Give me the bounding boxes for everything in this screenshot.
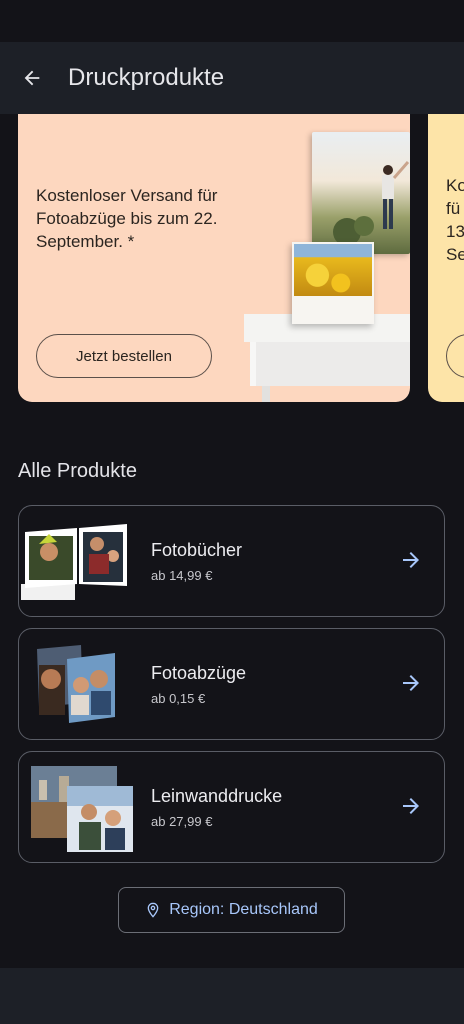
back-button[interactable] <box>18 64 46 92</box>
arrow-back-icon <box>24 70 40 86</box>
product-name: Leinwanddrucke <box>151 786 283 806</box>
product-name: Fotobücher <box>151 540 243 560</box>
promo-card[interactable]: Kostenloser Versand für Fotoabzüge bis z… <box>18 114 410 402</box>
product-name: Fotoabzüge <box>151 663 247 683</box>
region-label: Region: Deutschland <box>169 901 318 918</box>
page-title: Druckprodukte <box>68 64 225 91</box>
photobook-thumbnail <box>21 524 127 600</box>
table-leg-image <box>262 386 270 402</box>
product-card-photobooks[interactable]: Fotobücher ab 14,99 € <box>18 505 445 617</box>
arrow-forward-icon <box>403 798 419 814</box>
app-bar: Druckprodukte <box>0 42 464 114</box>
arrow-forward-icon <box>403 675 419 691</box>
order-now-button[interactable]: Jetzt bestellen <box>36 334 212 378</box>
product-price: ab 0,15 € <box>151 691 206 706</box>
sunflower-photo <box>294 244 372 296</box>
photo-book-small-image <box>292 242 374 324</box>
table-body-image <box>250 342 410 386</box>
status-bar <box>0 0 464 42</box>
person-photo-icon <box>333 161 410 246</box>
promo-text: Kostenloser Versand für Fotoabzüge bis z… <box>36 186 218 251</box>
product-card-prints[interactable]: Fotoabzüge ab 0,15 € <box>18 628 445 740</box>
arrow-forward-icon <box>403 552 419 568</box>
region-button[interactable]: Region: Deutschland <box>118 887 345 933</box>
canvas-thumbnail <box>31 766 133 852</box>
product-price: ab 14,99 € <box>151 568 213 583</box>
photo-book-image <box>312 132 410 254</box>
promo2-button[interactable] <box>446 334 464 378</box>
location-pin-icon <box>147 902 159 918</box>
product-price: ab 27,99 € <box>151 814 213 829</box>
product-card-canvas[interactable]: Leinwanddrucke ab 27,99 € <box>18 751 445 863</box>
promo-carousel[interactable]: Kostenloser Versand für Fotoabzüge bis z… <box>0 114 464 404</box>
navigation-bar <box>0 968 464 1024</box>
promo-card-next[interactable]: Ko fü 13. Se <box>428 114 464 402</box>
promo2-text: Ko fü 13. Se <box>446 176 464 264</box>
prints-thumbnail <box>37 645 115 723</box>
section-title: Alle Produkte <box>18 460 137 482</box>
